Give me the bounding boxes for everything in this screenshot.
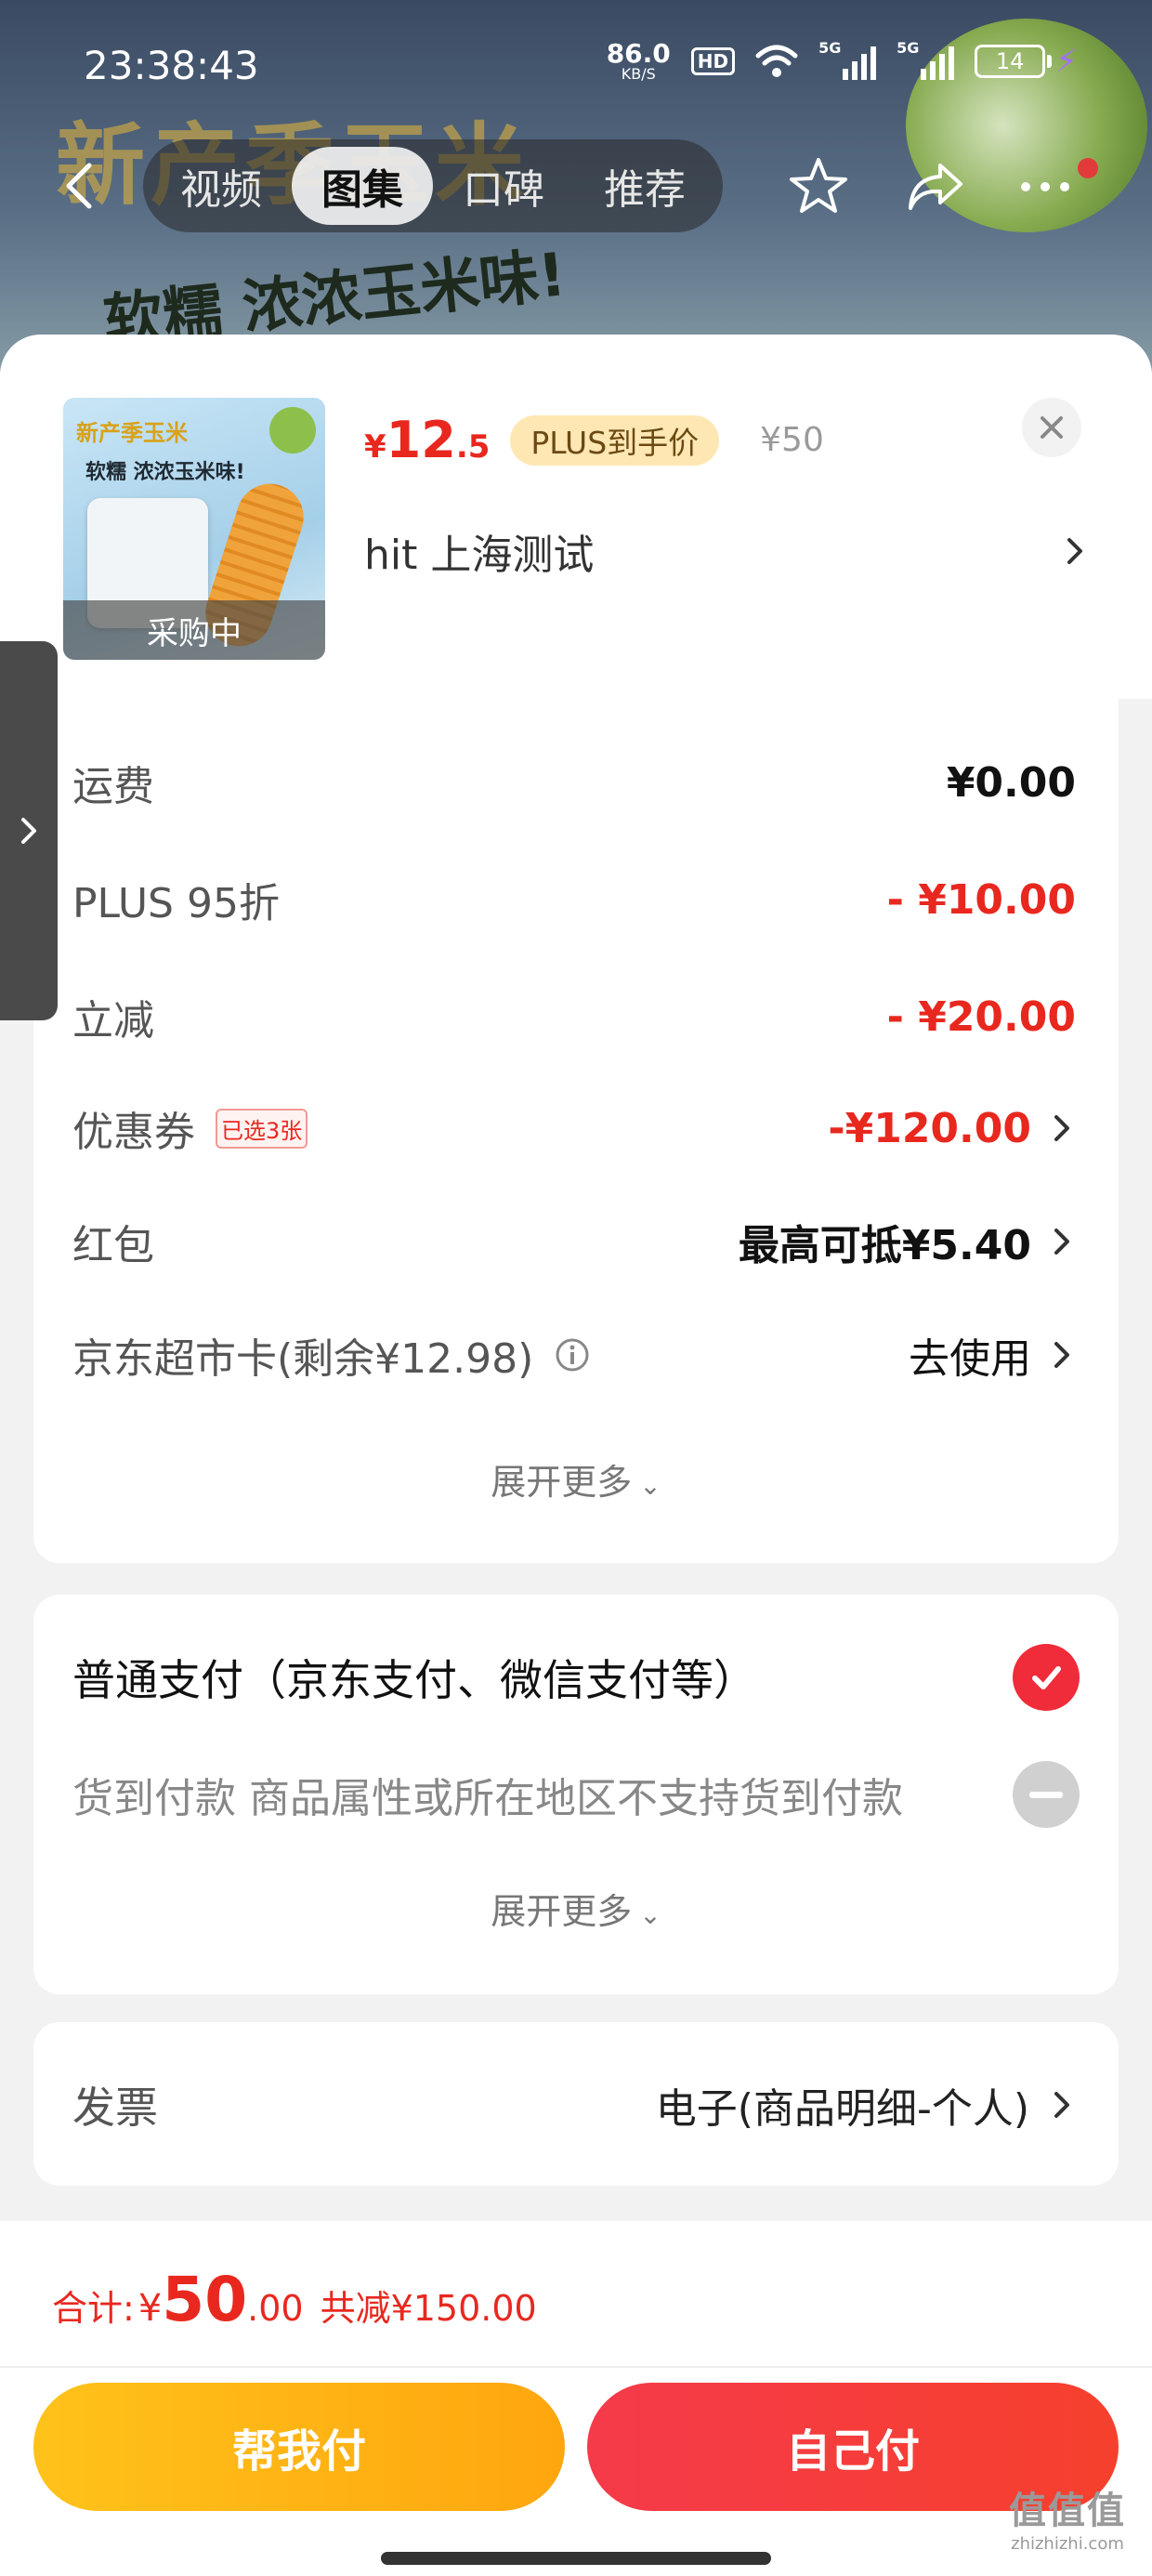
payment-option-standard[interactable]: 普通支付（京东支付、微信支付等） <box>72 1636 1080 1719</box>
home-indicator[interactable] <box>381 2552 771 2565</box>
total-savings: 共减¥150.00 <box>320 2288 537 2329</box>
chevron-right-icon <box>1067 538 1082 564</box>
plus-price-badge: PLUS到手价 <box>510 414 720 466</box>
more-options-icon[interactable] <box>1013 154 1078 219</box>
shipping-fee-row: 运费 ¥0.00 <box>72 758 1076 811</box>
top-navigation: 视频 图集 口碑 推荐 <box>0 139 1152 232</box>
signal-icon: 5G <box>818 39 877 80</box>
coupon-value: -¥120.00 <box>828 1104 1031 1152</box>
instant-discount-row: 立减 - ¥20.00 <box>72 992 1076 1045</box>
original-price: ¥50 <box>760 421 824 459</box>
instant-discount-value: - ¥20.00 <box>886 992 1076 1041</box>
coupon-count-badge: 已选3张 <box>216 1108 308 1149</box>
price-row: ¥12.5 PLUS到手价 ¥50 <box>364 411 824 469</box>
invoice-value: 电子(商品明细-个人) <box>655 2085 1029 2133</box>
chevron-down-icon: ⌄ <box>639 1899 661 1930</box>
supermarket-card-action: 去使用 <box>909 1335 1031 1383</box>
chevron-right-icon <box>1054 1342 1069 1368</box>
payment-method-card: 普通支付（京东支付、微信支付等） 货到付款 商品属性或所在地区不支持货到付款 展… <box>33 1595 1119 1994</box>
back-arrow-icon[interactable] <box>54 158 110 214</box>
supermarket-card-row[interactable]: 京东超市卡(剩余¥12.98) 去使用 <box>72 1318 1076 1392</box>
fee-breakdown-card: 运费 ¥0.00 PLUS 95折 - ¥10.00 立减 - ¥20.00 优… <box>33 699 1119 1563</box>
status-bar: 23:38:43 86.0 KB/S HD 5G 5G 14 ⚡ <box>0 0 1152 130</box>
expand-more-fees-link[interactable]: 展开更多 ⌄ <box>33 1453 1119 1505</box>
delivery-address: hit 上海测试 <box>364 532 595 579</box>
selected-check-icon[interactable] <box>1013 1644 1080 1711</box>
status-time: 23:38:43 <box>84 43 259 88</box>
side-drawer-handle[interactable] <box>0 641 58 1020</box>
close-button[interactable] <box>1022 398 1081 457</box>
help-me-pay-button[interactable]: 帮我付 <box>33 2383 565 2511</box>
tab-reviews[interactable]: 口碑 <box>433 147 574 225</box>
chevron-down-icon: ⌄ <box>639 1470 661 1501</box>
red-packet-row[interactable]: 红包 最高可抵¥5.40 <box>72 1204 1076 1279</box>
chevron-right-icon <box>1054 2092 1069 2118</box>
plus-discount-value: - ¥10.00 <box>886 875 1076 924</box>
network-speed: 86.0 KB/S <box>606 38 671 83</box>
order-total: 合计: ¥ 50 .00 共减¥150.00 <box>52 2264 537 2335</box>
plus-discount-row: PLUS 95折 - ¥10.00 <box>72 875 1076 928</box>
invoice-row[interactable]: 发票 电子(商品明细-个人) <box>72 2063 1076 2147</box>
close-icon <box>1041 416 1063 439</box>
red-packet-value: 最高可抵¥5.40 <box>738 1222 1031 1269</box>
chevron-right-icon <box>21 818 36 844</box>
leaf-logo-icon <box>269 407 316 453</box>
share-icon[interactable] <box>903 154 968 219</box>
shipping-fee-value: ¥0.00 <box>946 758 1076 807</box>
tab-gallery[interactable]: 图集 <box>292 147 433 225</box>
watermark: 值值值 zhizhizhi.com <box>1009 2490 1126 2554</box>
coupon-row[interactable]: 优惠券 已选3张 -¥120.00 <box>72 1091 1076 1165</box>
chevron-right-icon <box>1054 1229 1069 1255</box>
checkout-bar: 合计: ¥ 50 .00 共减¥150.00 帮我付 自己付 值值值 zhizh… <box>0 2221 1152 2576</box>
media-tabs: 视频 图集 口碑 推荐 <box>143 139 723 232</box>
favorite-star-icon[interactable] <box>786 154 851 219</box>
chevron-right-icon <box>1054 1115 1069 1141</box>
disabled-option-icon <box>1013 1761 1080 1828</box>
purchase-status: 采购中 <box>63 600 325 660</box>
total-amount: 50 <box>162 2264 248 2335</box>
hd-voice-icon: HD <box>690 47 736 75</box>
address-selector[interactable]: hit 上海测试 <box>364 509 1089 593</box>
product-thumbnail[interactable]: 新产季玉米 软糯 浓浓玉米味! 采购中 <box>63 398 325 660</box>
product-summary: 新产季玉米 软糯 浓浓玉米味! 采购中 ¥12.5 PLUS到手价 ¥50 hi… <box>0 335 1152 699</box>
invoice-card[interactable]: 发票 电子(商品明细-个人) <box>33 2022 1119 2186</box>
battery-icon: 14 ⚡ <box>975 43 1078 80</box>
payment-option-cod: 货到付款 商品属性或所在地区不支持货到付款 <box>72 1753 1080 1836</box>
signal-icon: 5G <box>897 39 955 80</box>
wifi-icon <box>755 45 798 77</box>
plus-price: ¥12.5 <box>364 411 491 469</box>
tab-recommend[interactable]: 推荐 <box>574 147 715 225</box>
info-icon[interactable] <box>554 1336 591 1373</box>
divider <box>0 2366 1152 2368</box>
expand-more-payment-link[interactable]: 展开更多 ⌄ <box>33 1883 1119 1934</box>
tab-video[interactable]: 视频 <box>151 147 292 225</box>
